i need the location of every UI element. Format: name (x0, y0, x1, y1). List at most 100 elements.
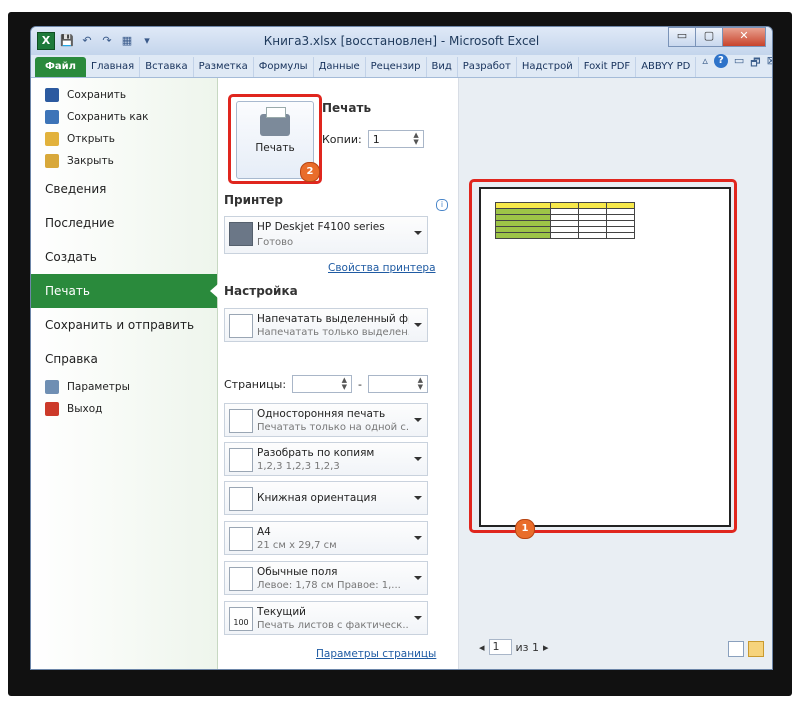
tab-home[interactable]: Главная (86, 57, 141, 77)
margins-dropdown[interactable]: Обычные поля Левое: 1,78 см Правое: 1,..… (224, 561, 428, 595)
spinner-arrows-icon[interactable]: ▲ ▼ (413, 132, 418, 146)
print-what-text: Напечатать выделенный фр... (257, 313, 409, 325)
margins-text: Обычные поля (257, 566, 338, 578)
exit-icon (45, 402, 59, 416)
show-margins-icon[interactable] (728, 641, 744, 657)
spinner-arrows-icon[interactable]: ▲ ▼ (342, 377, 347, 391)
nav-new[interactable]: Создать (31, 240, 217, 274)
nav-save-send[interactable]: Сохранить и отправить (31, 308, 217, 342)
tab-data[interactable]: Данные (314, 57, 366, 77)
close-file-icon (45, 154, 59, 168)
excel-window: X 💾 ↶ ↷ ▦ ▾ Книга3.xlsx [восстановлен] -… (30, 26, 773, 670)
orientation-dropdown[interactable]: Книжная ориентация (224, 481, 428, 515)
nav-help[interactable]: Справка (31, 342, 217, 376)
nav-save-as[interactable]: Сохранить как (31, 106, 217, 128)
sides-dropdown[interactable]: Односторонняя печать Печатать только на … (224, 403, 428, 437)
margins-icon (229, 567, 253, 591)
scaling-icon-label: 100 (233, 618, 249, 627)
preview-highlight (469, 179, 737, 533)
ribbon-right-controls: ▵ ? ▭ 🗗 ⊠ (696, 54, 772, 77)
print-preview-pane: 1 ◂ 1 из 1 ▸ (459, 78, 772, 669)
copies-value: 1 (372, 132, 380, 146)
nav-save[interactable]: Сохранить (31, 84, 217, 106)
ribbon-collapse-icon[interactable]: ▵ (702, 54, 708, 73)
one-sided-icon (229, 409, 253, 433)
save-as-icon (45, 110, 59, 124)
nav-recent[interactable]: Последние (31, 206, 217, 240)
collate-dropdown[interactable]: Разобрать по копиям 1,2,3 1,2,3 1,2,3 (224, 442, 428, 476)
scaling-icon: 100 (229, 607, 253, 631)
close-button[interactable]: ✕ (722, 27, 766, 47)
tab-abbyy-pdf[interactable]: ABBYY PD (636, 57, 697, 77)
backstage-view: Сохранить Сохранить как Открыть Закрыть … (31, 78, 772, 669)
tab-file[interactable]: Файл (35, 57, 86, 77)
printer-status: Готово (257, 237, 294, 248)
paper-size-sub: 21 см x 29,7 см (257, 540, 337, 551)
sides-text: Односторонняя печать (257, 408, 386, 420)
window-title: Книга3.xlsx [восстановлен] - Microsoft E… (263, 34, 540, 48)
nav-open[interactable]: Открыть (31, 128, 217, 150)
help-icon[interactable]: ? (713, 54, 728, 68)
pages-from-input[interactable]: ▲ ▼ (292, 375, 353, 393)
save-icon (45, 88, 59, 102)
settings-section-title: Настройка (224, 284, 298, 298)
nav-info[interactable]: Сведения (31, 172, 217, 206)
print-what-dropdown[interactable]: Напечатать выделенный фр... Напечатать т… (224, 308, 428, 342)
tab-page-layout[interactable]: Разметка (194, 57, 254, 77)
tab-foxit-pdf[interactable]: Foxit PDF (579, 57, 637, 77)
page-navigator: ◂ 1 из 1 ▸ (479, 639, 549, 655)
orientation-text: Книжная ориентация (257, 492, 377, 504)
printer-properties-link[interactable]: Свойства принтера (328, 262, 436, 274)
prev-page-icon[interactable]: ◂ (479, 641, 485, 654)
tab-view[interactable]: Вид (427, 57, 458, 77)
paper-size-icon (229, 527, 253, 551)
preview-view-controls (728, 641, 764, 657)
nav-save-label: Сохранить (67, 89, 127, 101)
scaling-dropdown[interactable]: 100 Текущий Печать листов с фактическ... (224, 601, 428, 635)
pages-to-input[interactable]: ▲ ▼ (368, 375, 429, 393)
nav-print[interactable]: Печать (31, 274, 218, 308)
printer-dropdown[interactable]: HP Deskjet F4100 series Готово (224, 216, 428, 254)
nav-options[interactable]: Параметры (31, 376, 217, 398)
tab-addins[interactable]: Надстрой (517, 57, 579, 77)
page-count: из 1 (515, 640, 540, 654)
info-icon[interactable]: i (436, 199, 448, 211)
maximize-button[interactable]: ▢ (695, 27, 723, 47)
chevron-down-icon (414, 231, 422, 235)
chevron-down-icon (414, 496, 422, 500)
window-controls: ▭ ▢ ✕ (668, 27, 766, 47)
callout-badge-2: 2 (300, 162, 320, 182)
nav-close[interactable]: Закрыть (31, 150, 217, 172)
options-icon (45, 380, 59, 394)
current-page-input[interactable]: 1 (488, 639, 512, 655)
collate-text: Разобрать по копиям (257, 447, 375, 459)
print-what-sub: Напечатать только выделен... (257, 327, 409, 338)
ribbon-tabs: Файл Главная Вставка Разметка Формулы Да… (31, 54, 772, 78)
tab-insert[interactable]: Вставка (140, 57, 194, 77)
tab-formulas[interactable]: Формулы (254, 57, 314, 77)
minimize-button[interactable]: ▭ (668, 27, 696, 47)
backstage-nav: Сохранить Сохранить как Открыть Закрыть … (31, 78, 218, 669)
margins-sub: Левое: 1,78 см Правое: 1,... (257, 580, 401, 591)
print-settings-pane: Печать 2 Печать Копии: 1 ▲ ▼ Принтер i HP… (218, 78, 459, 669)
paper-size-dropdown[interactable]: A4 21 см x 29,7 см (224, 521, 428, 555)
workbook-close-icon[interactable]: ⊠ (767, 54, 772, 73)
nav-exit-label: Выход (67, 403, 103, 415)
zoom-to-page-icon[interactable] (748, 641, 764, 657)
page-setup-link[interactable]: Параметры страницы (316, 648, 436, 660)
sides-sub: Печатать только на одной с... (257, 422, 409, 433)
next-page-icon[interactable]: ▸ (543, 641, 549, 654)
nav-exit[interactable]: Выход (31, 398, 217, 420)
spinner-arrows-icon[interactable]: ▲ ▼ (418, 377, 423, 391)
workbook-minimize-icon[interactable]: ▭ (734, 54, 744, 73)
chevron-down-icon (414, 536, 422, 540)
tab-review[interactable]: Рецензир (366, 57, 427, 77)
printer-name: HP Deskjet F4100 series (257, 221, 385, 233)
workbook-restore-icon[interactable]: 🗗 (750, 54, 760, 73)
nav-open-label: Открыть (67, 133, 115, 145)
copies-spinner[interactable]: 1 ▲ ▼ (367, 130, 424, 148)
copies-row: Копии: 1 ▲ ▼ (322, 130, 424, 148)
print-header: Печать (322, 101, 372, 115)
tab-developer[interactable]: Разработ (458, 57, 517, 77)
chevron-down-icon (414, 616, 422, 620)
